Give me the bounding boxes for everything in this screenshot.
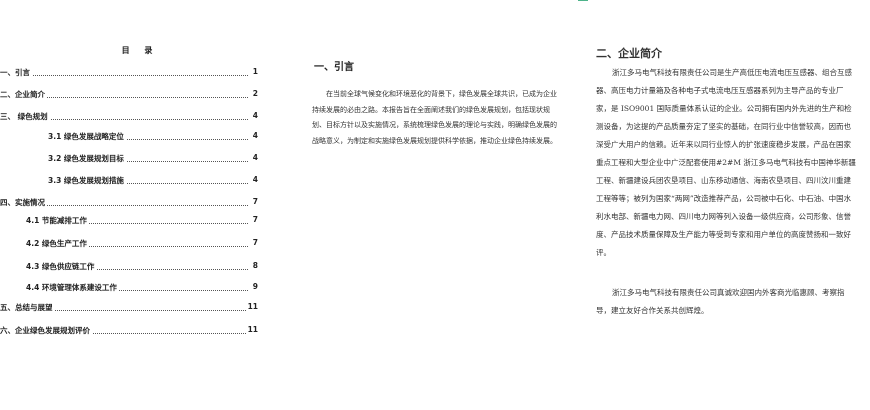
toc-entry[interactable]: 六、企业绿色发展规划评价 11 bbox=[0, 325, 258, 337]
toc-title: 目 录 bbox=[121, 45, 159, 55]
toc-entry-page: 1 bbox=[250, 67, 258, 76]
toc-entry-title: 三、 绿色规划 bbox=[0, 111, 50, 122]
toc-entry-page: 8 bbox=[250, 261, 258, 270]
toc-entry-title: 4.4 环境管理体系建设工作 bbox=[26, 282, 119, 293]
toc-entry[interactable]: 五、总结与展望 11 bbox=[0, 302, 258, 314]
intro-paragraph: 在当前全球气候变化和环境恶化的背景下，绿色发展全球共识，已成为企业持续发展的必由… bbox=[312, 90, 557, 145]
toc-entry-title: 3.1 绿色发展战略定位 bbox=[48, 131, 126, 142]
toc-entry-title: 一、引言 bbox=[0, 67, 32, 78]
toc-entry-page: 9 bbox=[250, 282, 258, 291]
toc-entry-page: 11 bbox=[245, 302, 258, 311]
toc-entry[interactable]: 4.4 环境管理体系建设工作 9 bbox=[0, 282, 258, 294]
toc-entry[interactable]: 4.2 绿色生产工作 7 bbox=[0, 238, 258, 250]
company-page: 二、企业简介 浙江多马电气科技有限责任公司是生产高低压电流电压互感器、组合互感器… bbox=[588, 0, 870, 410]
toc-entry[interactable]: 3.1 绿色发展战略定位 4 bbox=[0, 131, 258, 143]
toc-entry-title: 四、实施情况 bbox=[0, 197, 47, 208]
toc-entry[interactable]: 四、实施情况 7 bbox=[0, 197, 258, 209]
company-paragraph-1: 浙江多马电气科技有限责任公司是生产高低压电流电压互感器、组合互感器、高压电力计量… bbox=[596, 68, 856, 257]
toc-entry-page: 7 bbox=[250, 238, 258, 247]
toc-entry-title: 4.3 绿色供应链工作 bbox=[26, 261, 97, 272]
toc-entry-page: 11 bbox=[245, 325, 258, 334]
intro-page: 一、引言 在当前全球气候变化和环境恶化的背景下，绿色发展全球共识，已成为企业持续… bbox=[300, 0, 570, 410]
toc-entry-page: 7 bbox=[250, 197, 258, 206]
company-paragraph-2: 浙江多马电气科技有限责任公司真诚欢迎国内外客商光临惠顾、考察指导，建立友好合作关… bbox=[596, 288, 845, 315]
toc-entry-title: 二、企业简介 bbox=[0, 89, 47, 100]
toc-entry-page: 4 bbox=[250, 131, 258, 140]
toc-entry-title: 五、总结与展望 bbox=[0, 302, 55, 313]
toc-entry-title: 六、企业绿色发展规划评价 bbox=[0, 325, 92, 336]
toc-entry-title: 4.1 节能减排工作 bbox=[26, 215, 89, 226]
toc-entry-page: 4 bbox=[250, 153, 258, 162]
toc-entry[interactable]: 一、引言 1 bbox=[0, 67, 258, 79]
intro-heading: 一、引言 bbox=[314, 62, 354, 73]
toc-entry-title: 3.2 绿色发展规划目标 bbox=[48, 153, 126, 164]
toc-entry-page: 4 bbox=[250, 111, 258, 120]
toc-entry[interactable]: 3.3 绿色发展规划措施 4 bbox=[0, 175, 258, 187]
toc-entry-page: 7 bbox=[250, 215, 258, 224]
toc-entry-title: 4.2 绿色生产工作 bbox=[26, 238, 89, 249]
toc-entry[interactable]: 3.2 绿色发展规划目标 4 bbox=[0, 153, 258, 165]
toc-entry[interactable]: 二、企业简介 2 bbox=[0, 89, 258, 101]
toc-entry-title: 3.3 绿色发展规划措施 bbox=[48, 175, 126, 186]
toc-leader-dots bbox=[0, 75, 248, 76]
toc-entry[interactable]: 4.3 绿色供应链工作 8 bbox=[0, 261, 258, 273]
toc-entry-page: 4 bbox=[250, 175, 258, 184]
company-heading: 二、企业简介 bbox=[596, 47, 662, 60]
toc-entry[interactable]: 4.1 节能减排工作 7 bbox=[0, 215, 258, 227]
toc-entry[interactable]: 三、 绿色规划 4 bbox=[0, 111, 258, 123]
toc-page: 目 录 一、引言 1 二、企业简介 2 三、 绿色规划 4 3.1 绿色发展战略定位 4 3.2… bbox=[0, 0, 280, 410]
toc-entry-page: 2 bbox=[250, 89, 258, 98]
